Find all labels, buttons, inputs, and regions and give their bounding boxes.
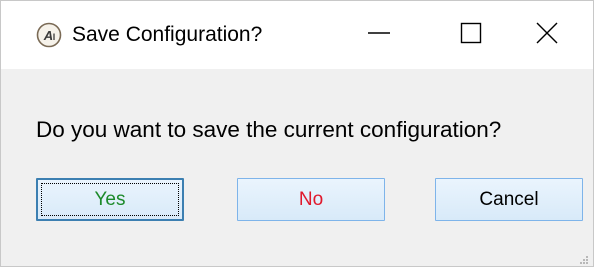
svg-text:A: A	[43, 28, 53, 43]
no-button[interactable]: No	[237, 178, 385, 221]
resize-grip-icon[interactable]	[579, 252, 589, 264]
maximize-icon	[459, 21, 483, 50]
app-icon: A I	[36, 22, 62, 48]
no-button-label: No	[298, 188, 324, 210]
svg-text:I: I	[53, 32, 56, 42]
minimize-icon	[367, 21, 391, 50]
cancel-button[interactable]: Cancel	[435, 178, 583, 221]
minimize-button[interactable]	[333, 1, 425, 69]
close-button[interactable]	[501, 1, 593, 69]
dialog-message: Do you want to save the current configur…	[36, 117, 502, 142]
close-icon	[535, 21, 559, 50]
window-title: Save Configuration?	[72, 23, 263, 46]
title-bar[interactable]: A I Save Configuration?	[1, 1, 593, 69]
cancel-button-label: Cancel	[479, 188, 539, 210]
yes-button-label: Yes	[94, 188, 126, 210]
yes-button[interactable]: Yes	[36, 178, 184, 221]
dialog-body: Do you want to save the current configur…	[1, 69, 593, 266]
save-configuration-dialog: A I Save Configuration? Do you want to s…	[0, 0, 594, 267]
